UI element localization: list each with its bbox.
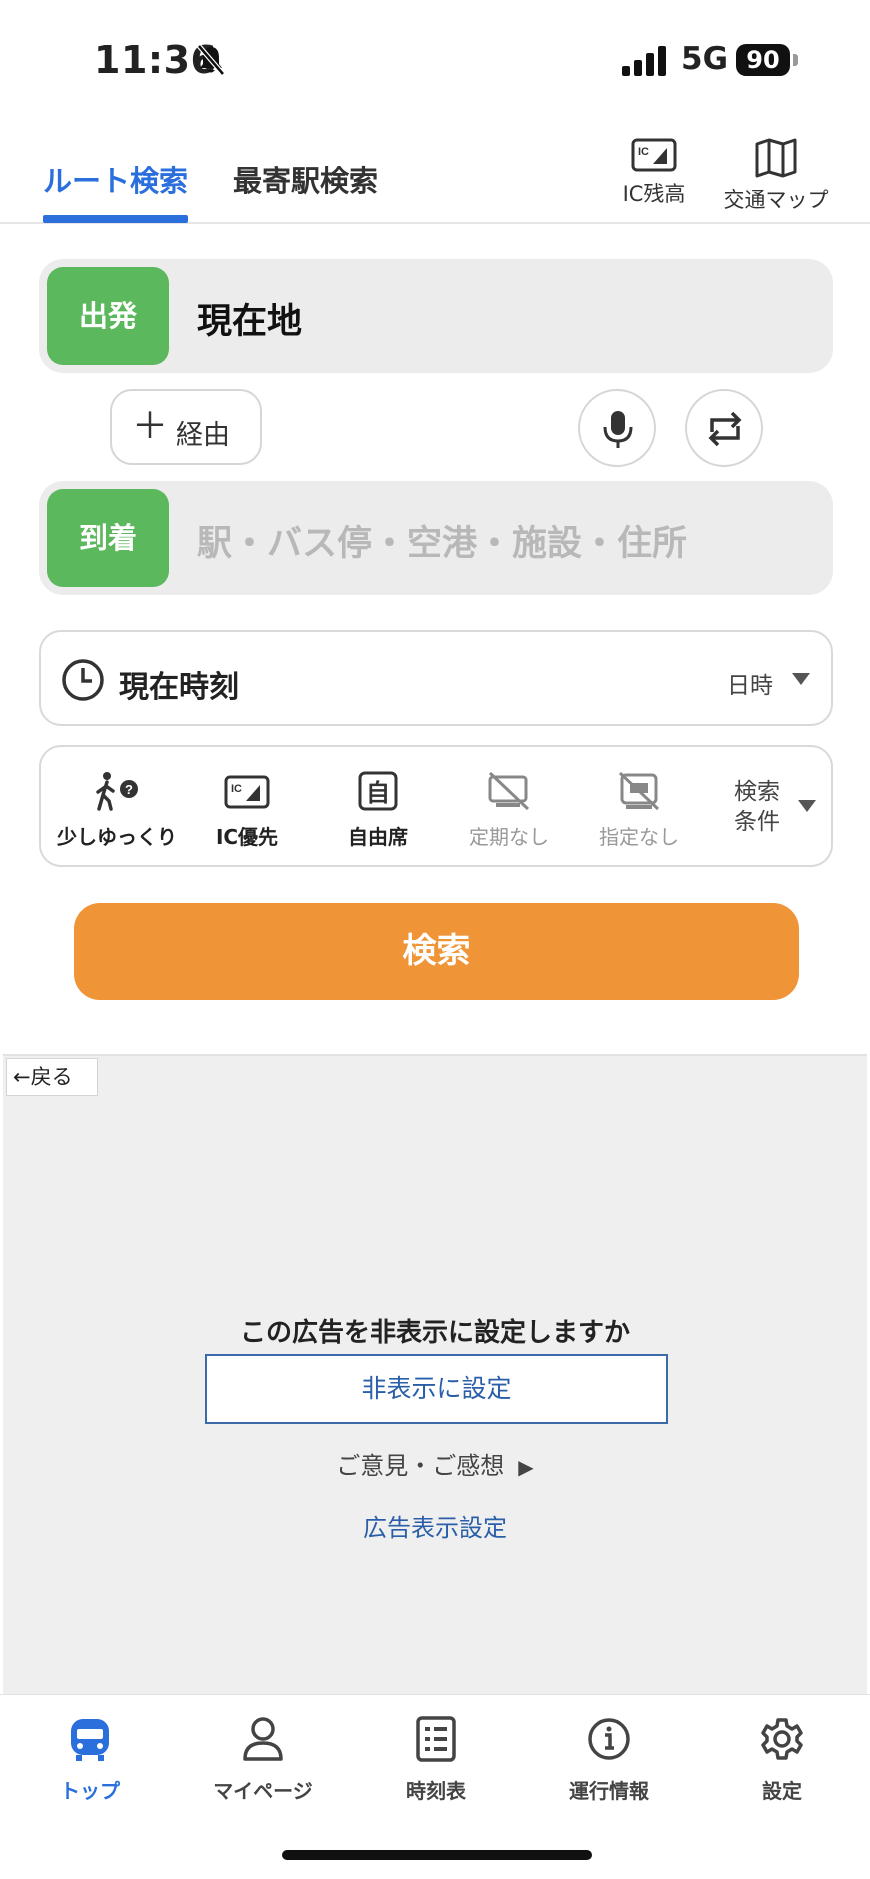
- condition-walk-slow[interactable]: ? 少しゆっくり: [52, 771, 182, 850]
- condition-label: 少しゆっくり: [57, 825, 177, 849]
- via-label: 経由: [176, 420, 230, 451]
- ad-hide-button[interactable]: 非表示に設定: [205, 1354, 668, 1424]
- transit-map-label: 交通マップ: [723, 188, 829, 212]
- ad-back-button[interactable]: ←戻る: [6, 1058, 98, 1096]
- condition-label: IC優先: [215, 825, 279, 849]
- ad-hide-question: この広告を非表示に設定しますか: [239, 1318, 630, 1348]
- add-via-button[interactable]: ＋ 経由: [110, 389, 262, 465]
- timetable-icon: [416, 1716, 456, 1762]
- condition-label: 自由席: [348, 825, 408, 849]
- nav-label: 運行情報: [569, 1779, 649, 1803]
- transit-map-button[interactable]: 交通マップ: [720, 138, 832, 214]
- voice-input-button[interactable]: [578, 389, 656, 467]
- departure-value: 現在地: [197, 302, 303, 342]
- ic-balance-button[interactable]: IC IC残高: [612, 138, 696, 208]
- more-conditions-label-2: 条件: [734, 809, 780, 835]
- condition-ic-priority[interactable]: IC IC優先: [182, 771, 312, 850]
- arrival-field[interactable]: 到着 駅・バス停・空港・施設・住所: [39, 481, 833, 595]
- more-conditions-button[interactable]: 検索 条件: [734, 777, 780, 837]
- datetime-label: 日時: [727, 673, 773, 699]
- caret-down-icon: [792, 673, 810, 685]
- bell-muted-icon: [197, 44, 225, 76]
- clock-icon: [62, 659, 104, 701]
- ad-feedback-label: ご意見・ご感想: [336, 1452, 505, 1480]
- info-icon: [588, 1718, 630, 1760]
- nav-timetable[interactable]: 時刻表: [366, 1715, 506, 1804]
- nav-label: トップ: [60, 1779, 120, 1803]
- no-reserved-seat-icon: [618, 771, 660, 811]
- ic-balance-label: IC残高: [622, 182, 686, 206]
- battery-tip: [793, 54, 798, 66]
- nav-mypage[interactable]: マイページ: [193, 1715, 333, 1804]
- svg-text:IC: IC: [638, 146, 649, 158]
- tab-route-search[interactable]: ルート検索: [43, 158, 188, 200]
- datetime-selector[interactable]: 現在時刻 日時: [39, 630, 833, 726]
- ad-back-label: 戻る: [30, 1065, 73, 1089]
- ad-settings-link[interactable]: 広告表示設定: [3, 1508, 867, 1543]
- home-indicator: [282, 1850, 592, 1860]
- ic-card-icon: IC: [631, 138, 677, 172]
- no-commuter-pass-icon: [488, 771, 530, 811]
- condition-label: 指定なし: [599, 825, 679, 849]
- swap-stations-button[interactable]: [685, 389, 763, 467]
- arrival-tag: 到着: [47, 489, 169, 587]
- nav-label: マイページ: [213, 1779, 313, 1803]
- nav-top[interactable]: トップ: [20, 1715, 160, 1804]
- battery-icon: 90: [736, 44, 790, 76]
- arrival-placeholder: 駅・バス停・空港・施設・住所: [197, 524, 688, 564]
- condition-free-seat[interactable]: 自 自由席: [313, 771, 443, 850]
- tab-nearest-station[interactable]: 最寄駅検索: [233, 158, 378, 200]
- header-tabs: ルート検索 最寄駅検索 IC IC残高 交通マップ: [0, 120, 870, 224]
- nav-service-info[interactable]: 運行情報: [539, 1715, 679, 1804]
- svg-text:?: ?: [125, 782, 133, 797]
- gear-icon: [761, 1718, 803, 1760]
- svg-text:IC: IC: [231, 783, 242, 795]
- caret-down-icon: [798, 800, 816, 812]
- ic-card-icon: IC: [224, 775, 270, 809]
- free-seat-icon: 自: [358, 771, 398, 811]
- condition-no-reserved-seat[interactable]: 指定なし: [574, 771, 704, 850]
- signal-icon: [622, 46, 666, 76]
- walk-slow-icon: ?: [96, 772, 138, 811]
- nav-label: 時刻表: [406, 1779, 466, 1803]
- triangle-right-icon: ▶: [518, 1455, 534, 1479]
- train-icon: [71, 1719, 109, 1761]
- microphone-icon: [603, 411, 633, 448]
- network-type: 5G: [681, 41, 729, 77]
- nav-settings[interactable]: 設定: [712, 1715, 852, 1804]
- nav-label: 設定: [762, 1779, 802, 1803]
- departure-field[interactable]: 出発 現在地: [39, 259, 833, 373]
- ad-feedback-link[interactable]: ご意見・ご感想 ▶: [3, 1446, 867, 1481]
- departure-tag: 出発: [47, 267, 169, 365]
- svg-text:自: 自: [366, 779, 390, 807]
- plus-icon: ＋: [132, 406, 169, 447]
- swap-icon: [708, 411, 742, 447]
- arrow-left-icon: ←: [13, 1065, 31, 1089]
- person-icon: [243, 1717, 283, 1761]
- search-button[interactable]: 検索: [74, 903, 799, 1000]
- condition-label: 定期なし: [469, 825, 549, 849]
- search-conditions: ? 少しゆっくり IC IC優先 自 自由席 定期なし 指定なし 検索 条件: [39, 745, 833, 867]
- active-tab-indicator: [43, 215, 188, 223]
- bottom-nav: トップ マイページ 時刻表 運行情報 設定: [0, 1694, 870, 1879]
- map-icon: [755, 138, 797, 178]
- more-conditions-label-1: 検索: [734, 779, 780, 805]
- condition-no-commuter-pass[interactable]: 定期なし: [444, 771, 574, 850]
- status-bar: 11:36 5G 90: [0, 0, 870, 120]
- ad-panel: ←戻る この広告を非表示に設定しますか 非表示に設定 ご意見・ご感想 ▶ 広告表示…: [3, 1054, 867, 1694]
- time-label: 現在時刻: [119, 670, 239, 705]
